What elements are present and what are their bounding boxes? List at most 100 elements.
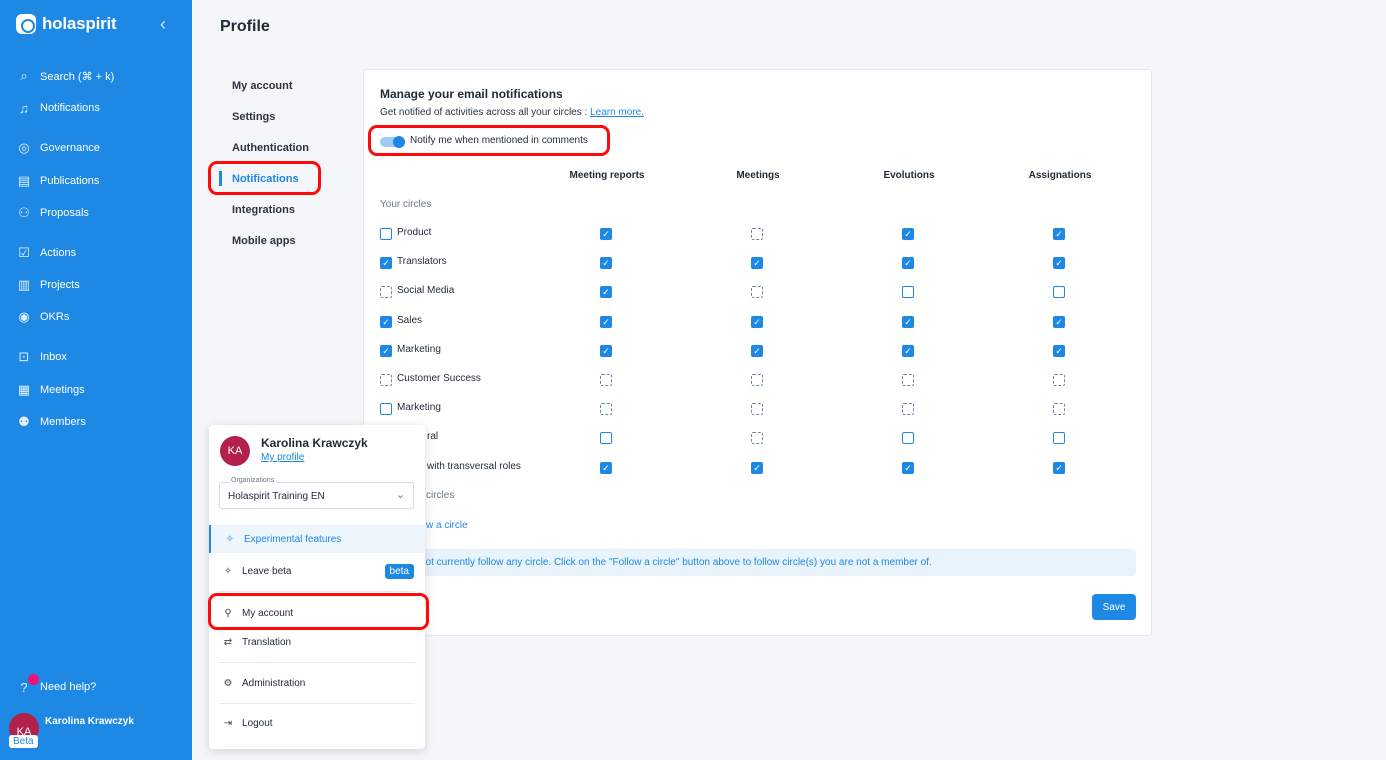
menu-label: Logout bbox=[242, 717, 273, 729]
notification-checkbox[interactable] bbox=[1053, 374, 1065, 386]
menu-logout[interactable]: ⇥ Logout bbox=[209, 709, 425, 737]
row-checkbox[interactable]: ✓ bbox=[380, 257, 392, 270]
notification-checkbox[interactable]: ✓ bbox=[751, 315, 763, 328]
organization-select[interactable]: Organizations Holaspirit Training EN ⌄ bbox=[219, 477, 414, 509]
menu-divider bbox=[219, 591, 415, 592]
notification-checkbox[interactable]: ✓ bbox=[751, 257, 763, 270]
notification-checkbox[interactable] bbox=[1053, 403, 1065, 416]
bell-icon: ♫ bbox=[19, 100, 29, 116]
notification-checkbox[interactable]: ✓ bbox=[902, 461, 914, 474]
sidebar-item-okrs[interactable]: ◉ OKRs bbox=[16, 307, 69, 327]
notification-checkbox[interactable] bbox=[902, 403, 914, 416]
row-checkbox[interactable] bbox=[380, 403, 392, 416]
sidebar-item-publications[interactable]: ▤ Publications bbox=[16, 171, 99, 191]
notifications-heading: Manage your email notifications bbox=[380, 87, 563, 101]
column-meetings: Meetings bbox=[736, 170, 780, 181]
brand[interactable]: holaspirit bbox=[16, 14, 117, 34]
notification-checkbox[interactable]: ✓ bbox=[751, 344, 763, 357]
notification-checkbox[interactable]: ✓ bbox=[1053, 228, 1065, 240]
notification-checkbox[interactable]: ✓ bbox=[1053, 315, 1065, 328]
avatar: KA bbox=[220, 436, 250, 466]
circle-name: Social Media bbox=[397, 285, 455, 297]
circle-name: Translators bbox=[397, 256, 447, 268]
menu-leave-beta[interactable]: ✧ Leave beta beta bbox=[209, 557, 425, 585]
notification-checkbox[interactable]: ✓ bbox=[1053, 344, 1065, 357]
governance-icon: ◎ bbox=[18, 140, 30, 155]
notification-checkbox[interactable]: ✓ bbox=[902, 228, 914, 240]
notification-checkbox[interactable]: ✓ bbox=[902, 315, 914, 328]
notification-checkbox[interactable]: ✓ bbox=[600, 286, 612, 299]
notification-checkbox[interactable]: ✓ bbox=[751, 461, 763, 474]
notification-checkbox[interactable] bbox=[600, 403, 612, 416]
circle-name: with transversal roles bbox=[427, 460, 521, 472]
notification-checkbox[interactable] bbox=[751, 374, 763, 386]
notification-checkbox[interactable] bbox=[751, 286, 763, 299]
subnav-authentication[interactable]: Authentication bbox=[232, 142, 309, 154]
sidebar-item-notifications[interactable]: ♫ Notifications bbox=[16, 98, 100, 118]
sidebar-user[interactable]: KA Karolina Krawczyk Beta bbox=[9, 713, 134, 748]
notification-checkbox[interactable]: ✓ bbox=[600, 461, 612, 474]
notification-checkbox[interactable]: ✓ bbox=[600, 228, 612, 240]
subnav-integrations[interactable]: Integrations bbox=[232, 204, 295, 216]
sidebar-item-label: Members bbox=[40, 416, 86, 428]
row-checkbox[interactable]: ✓ bbox=[380, 315, 392, 328]
subnav-my-account[interactable]: My account bbox=[232, 80, 293, 92]
document-icon: ▤ bbox=[17, 173, 31, 188]
learn-more-link[interactable]: Learn more. bbox=[590, 107, 644, 118]
sidebar-item-label: Inbox bbox=[40, 351, 67, 363]
sidebar-item-members[interactable]: ⚉ Members bbox=[16, 412, 86, 432]
notification-checkbox[interactable]: ✓ bbox=[1053, 257, 1065, 270]
menu-translation[interactable]: ⇄ Translation bbox=[209, 628, 425, 656]
notification-checkbox[interactable]: ✓ bbox=[600, 344, 612, 357]
column-meeting-reports: Meeting reports bbox=[569, 170, 645, 181]
sidebar: holaspirit ‹ ⌕ Search (⌘ + k) ♫ Notifica… bbox=[0, 0, 192, 760]
notification-checkbox[interactable] bbox=[1053, 432, 1065, 445]
notification-checkbox[interactable]: ✓ bbox=[902, 257, 914, 270]
menu-label: Experimental features bbox=[244, 533, 342, 545]
organization-legend: Organizations bbox=[229, 477, 277, 484]
sidebar-item-search[interactable]: ⌕ Search (⌘ + k) bbox=[16, 66, 114, 86]
notification-checkbox[interactable] bbox=[902, 286, 914, 299]
row-checkbox[interactable] bbox=[380, 286, 392, 299]
holaspirit-logo-icon bbox=[16, 14, 36, 34]
checklist-icon: ☑ bbox=[18, 245, 30, 260]
row-checkbox[interactable] bbox=[380, 374, 392, 386]
notification-checkbox[interactable] bbox=[902, 374, 914, 386]
notification-dot bbox=[28, 674, 39, 685]
members-icon: ⚉ bbox=[18, 414, 30, 429]
notification-checkbox[interactable] bbox=[751, 432, 763, 445]
sidebar-item-projects[interactable]: ▥ Projects bbox=[16, 275, 80, 295]
row-checkbox[interactable]: ✓ bbox=[380, 344, 392, 357]
logout-icon: ⇥ bbox=[223, 717, 233, 729]
sidebar-item-inbox[interactable]: ⊡ Inbox bbox=[16, 347, 67, 367]
notification-checkbox[interactable]: ✓ bbox=[1053, 461, 1065, 474]
highlight-notifications-tab bbox=[208, 161, 321, 195]
sidebar-item-actions[interactable]: ☑ Actions bbox=[16, 243, 76, 263]
circle-name: Customer Success bbox=[397, 373, 481, 384]
notification-checkbox[interactable] bbox=[600, 374, 612, 386]
menu-experimental-features[interactable]: ✧ Experimental features bbox=[209, 525, 425, 553]
need-help-label: Need help? bbox=[40, 681, 97, 693]
menu-administration[interactable]: ⚙ Administration bbox=[209, 669, 425, 697]
notification-checkbox[interactable]: ✓ bbox=[600, 257, 612, 270]
notification-checkbox[interactable] bbox=[600, 432, 612, 445]
follow-circle-link[interactable]: w a circle bbox=[426, 520, 468, 531]
row-checkbox[interactable] bbox=[380, 228, 392, 240]
sidebar-item-meetings[interactable]: ▦ Meetings bbox=[16, 380, 85, 400]
notification-checkbox[interactable] bbox=[751, 228, 763, 240]
notification-checkbox[interactable]: ✓ bbox=[902, 344, 914, 357]
menu-divider bbox=[219, 703, 415, 704]
highlight-my-account bbox=[208, 593, 429, 630]
sidebar-item-governance[interactable]: ◎ Governance bbox=[16, 138, 100, 158]
my-profile-link[interactable]: My profile bbox=[261, 452, 304, 463]
collapse-sidebar-icon[interactable]: ‹ bbox=[160, 14, 166, 35]
menu-label: Administration bbox=[242, 677, 306, 689]
notification-checkbox[interactable] bbox=[751, 403, 763, 416]
save-button[interactable]: Save bbox=[1092, 594, 1136, 620]
notification-checkbox[interactable]: ✓ bbox=[600, 315, 612, 328]
notification-checkbox[interactable] bbox=[902, 432, 914, 445]
sidebar-item-proposals[interactable]: ⚇ Proposals bbox=[16, 203, 89, 223]
notification-checkbox[interactable] bbox=[1053, 286, 1065, 299]
subnav-settings[interactable]: Settings bbox=[232, 111, 275, 123]
subnav-mobile-apps[interactable]: Mobile apps bbox=[232, 235, 296, 247]
